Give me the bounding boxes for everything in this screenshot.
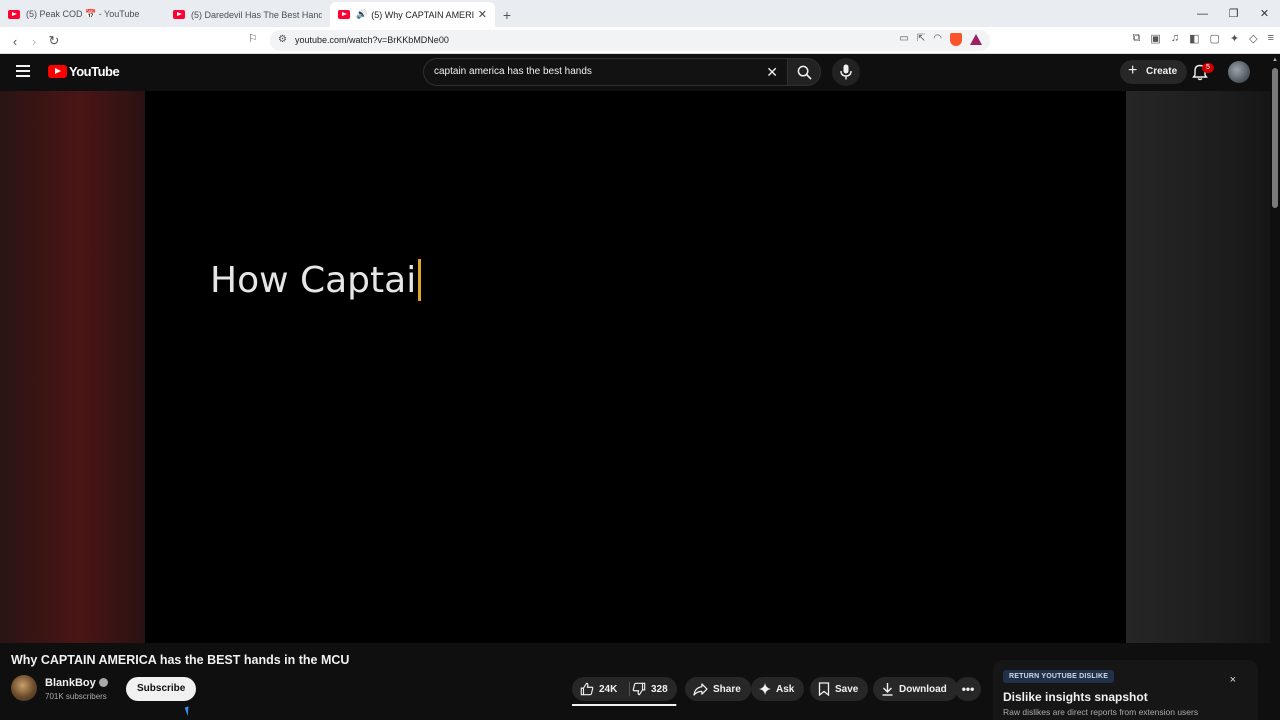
like-ratio-fill [572, 704, 676, 706]
dislike-button[interactable]: 328 [632, 677, 677, 701]
ask-label: Ask [776, 683, 795, 695]
ryd-close-icon[interactable]: × [1230, 674, 1236, 686]
search-button[interactable] [787, 58, 821, 86]
subscriber-count: 701K subscribers [45, 692, 107, 701]
scrollbar-thumb[interactable] [1272, 68, 1278, 208]
like-button[interactable]: 24K [572, 677, 628, 701]
ryd-title: Dislike insights snapshot [1003, 690, 1148, 704]
channel-avatar[interactable] [11, 675, 37, 701]
page-scrollbar[interactable]: ▲ [1270, 54, 1280, 720]
media-icon[interactable]: ♫ [1171, 32, 1179, 45]
share-page-icon[interactable]: ⇱ [917, 33, 925, 46]
sparkle-icon [759, 683, 771, 695]
youtube-favicon-icon [173, 10, 185, 19]
youtube-favicon-icon [8, 10, 20, 19]
like-divider [629, 682, 630, 696]
vpn-icon[interactable]: ◇ [1249, 32, 1257, 45]
address-bar[interactable]: ⚙ youtube.com/watch?v=BrKKbMDNe00 ▭ ⇱ ◠ [270, 30, 990, 51]
like-dislike-bar: 24K 328 [572, 677, 677, 701]
speaker-icon[interactable]: 🔊 [356, 9, 367, 20]
clear-search-icon[interactable]: ✕ [766, 64, 778, 81]
youtube-logo[interactable]: YouTube [48, 64, 120, 79]
tab-close-icon[interactable]: ✕ [478, 8, 487, 21]
ambient-glow-left [0, 91, 145, 643]
voice-search-button[interactable] [832, 58, 860, 86]
download-button[interactable]: Download [873, 677, 958, 701]
download-label: Download [899, 683, 947, 695]
ask-button[interactable]: Ask [751, 677, 805, 701]
bookmark-save-icon [818, 682, 830, 696]
mouse-pointer-icon [184, 704, 196, 717]
more-actions-button[interactable]: ••• [955, 677, 981, 701]
save-label: Save [835, 683, 859, 695]
leo-ai-icon[interactable]: ✦ [1230, 32, 1239, 45]
subscribe-button[interactable]: Subscribe [126, 677, 197, 701]
browser-toolbar: ‹ › ↻ ⚐ ⚙ youtube.com/watch?v=BrKKbMDNe0… [0, 27, 1280, 54]
search-box[interactable]: captain america has the best hands ✕ [423, 58, 788, 86]
search-icon [797, 65, 812, 80]
ambient-glow-right [1126, 91, 1270, 643]
scroll-up-arrow-icon[interactable]: ▲ [1272, 57, 1278, 63]
bookmark-icon[interactable]: ⚐ [248, 32, 258, 45]
channel-name[interactable]: BlankBoy [45, 677, 108, 689]
youtube-masthead: YouTube captain america has the best han… [0, 54, 1270, 91]
cast-icon[interactable]: ▭ [899, 33, 908, 46]
toolbar-extensions: ⧉ ▣ ♫ ◧ ▢ ✦ ◇ ≡ [1133, 32, 1274, 45]
tab-title: (5) Daredevil Has The Best Hands In T [191, 9, 322, 20]
close-window-button[interactable]: ✕ [1249, 0, 1280, 27]
ryd-description: Raw dislikes are direct reports from ext… [1003, 707, 1199, 717]
search-input[interactable]: captain america has the best hands [434, 66, 754, 77]
account-avatar[interactable] [1228, 61, 1250, 83]
window-controls: — ❐ ✕ [1187, 0, 1280, 27]
brave-rewards-icon[interactable] [970, 34, 982, 45]
thumbs-down-icon [632, 682, 646, 696]
browser-tab-strip: (5) Peak COD 📅 - YouTube (5) Daredevil H… [0, 0, 1280, 27]
share-arrow-icon [693, 682, 708, 696]
rss-icon[interactable]: ◠ [933, 33, 942, 46]
brave-shields-icon[interactable] [950, 33, 962, 46]
like-count: 24K [599, 683, 618, 695]
address-bar-actions: ▭ ⇱ ◠ [899, 33, 982, 46]
dislike-count: 328 [651, 683, 668, 695]
back-arrow-icon[interactable]: ‹ [5, 31, 25, 51]
url-text[interactable]: youtube.com/watch?v=BrKKbMDNe00 [295, 35, 449, 45]
site-info-icon[interactable]: ⚙ [278, 34, 287, 45]
youtube-logo-text: YouTube [69, 64, 120, 79]
video-player[interactable]: How Captai [145, 91, 1126, 643]
extensions-icon[interactable]: ⧉ [1133, 32, 1141, 45]
youtube-favicon-icon [338, 10, 350, 19]
create-button[interactable]: Create [1120, 59, 1188, 84]
browser-tab-captain-america[interactable]: 🔊 (5) Why CAPTAIN AMERICA h ✕ [330, 2, 495, 27]
restore-button[interactable]: ❐ [1218, 0, 1249, 27]
minimize-button[interactable]: — [1187, 0, 1218, 27]
tab-title: (5) Why CAPTAIN AMERICA h [371, 9, 474, 20]
browser-menu-icon[interactable]: ≡ [1268, 32, 1274, 45]
youtube-page: YouTube captain america has the best han… [0, 54, 1280, 720]
screenshot-icon[interactable]: ▢ [1209, 32, 1219, 45]
video-frame-text: How Captai [210, 259, 422, 301]
browser-tab-peak-cod[interactable]: (5) Peak COD 📅 - YouTube [0, 2, 165, 27]
thumbs-up-icon [580, 682, 594, 696]
share-button[interactable]: Share [685, 677, 751, 701]
new-tab-button[interactable]: + [495, 2, 519, 27]
wallet-icon[interactable]: ▣ [1150, 32, 1160, 45]
share-label: Share [713, 683, 741, 695]
microphone-icon [840, 64, 852, 80]
video-title: Why CAPTAIN AMERICA has the BEST hands i… [11, 653, 350, 667]
verified-badge-icon [98, 678, 108, 687]
download-icon [882, 683, 893, 696]
text-cursor-caret [418, 259, 422, 301]
reload-icon[interactable]: ↻ [44, 31, 64, 51]
return-youtube-dislike-panel: RETURN YOUTUBE DISLIKE × Dislike insight… [993, 660, 1258, 720]
ryd-badge: RETURN YOUTUBE DISLIKE [1003, 670, 1115, 683]
forward-arrow-icon[interactable]: › [24, 31, 44, 51]
notification-count-badge: 5 [1202, 63, 1214, 73]
hamburger-menu-icon[interactable] [16, 65, 30, 77]
youtube-play-icon [48, 65, 67, 78]
sidebar-icon[interactable]: ◧ [1189, 32, 1199, 45]
like-ratio-bar [572, 704, 677, 706]
save-button[interactable]: Save [810, 677, 869, 701]
browser-tab-daredevil[interactable]: (5) Daredevil Has The Best Hands In T [165, 2, 330, 27]
tab-title: (5) Peak COD 📅 - YouTube [26, 9, 140, 19]
